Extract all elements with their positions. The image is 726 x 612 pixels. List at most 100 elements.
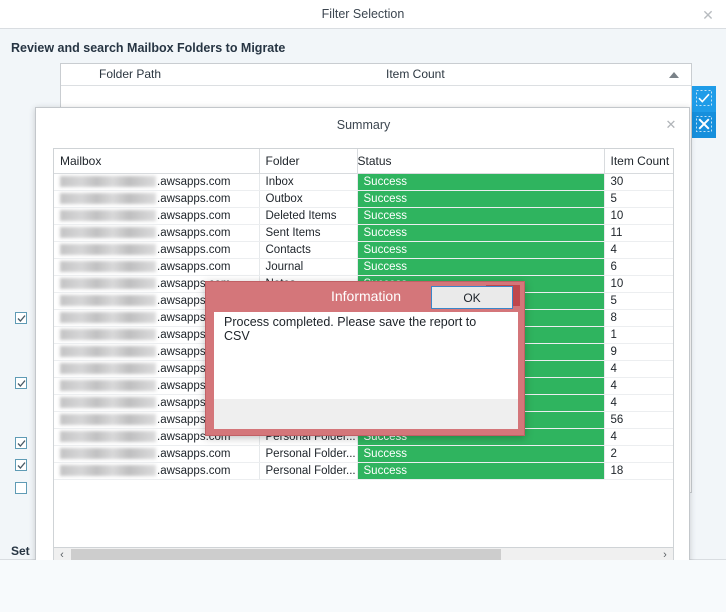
redacted-mailbox-name bbox=[60, 243, 156, 255]
sort-ascending-icon[interactable] bbox=[669, 72, 679, 78]
redacted-mailbox-name bbox=[60, 345, 156, 357]
column-header-item-count[interactable]: Item Count bbox=[604, 149, 673, 174]
cell-item-count: 18 bbox=[604, 462, 673, 480]
row-checkbox-5[interactable] bbox=[15, 482, 27, 494]
cell-mailbox: .awsapps.com bbox=[54, 258, 260, 276]
redacted-mailbox-name bbox=[60, 413, 156, 425]
table-row[interactable]: .awsapps.com Personal Folder... Success 18 bbox=[54, 462, 673, 480]
column-header-folder[interactable]: Folder bbox=[259, 149, 358, 174]
summary-close-icon[interactable]: ✕ bbox=[662, 116, 680, 134]
cell-folder: Sent Items bbox=[259, 224, 358, 242]
cell-folder: Inbox bbox=[259, 173, 358, 191]
row-checkbox-4[interactable] bbox=[15, 459, 27, 471]
cell-mailbox: .awsapps.com bbox=[54, 207, 260, 225]
redacted-mailbox-name bbox=[60, 294, 156, 306]
cell-folder: Personal Folder... bbox=[259, 462, 358, 480]
mailbox-domain-suffix: .awsapps.com bbox=[157, 464, 231, 477]
redacted-mailbox-name bbox=[60, 379, 156, 391]
mailbox-domain-suffix: .awsapps.com bbox=[157, 209, 231, 222]
redacted-mailbox-name bbox=[60, 260, 156, 272]
folder-path-grid-header: Folder Path Item Count bbox=[61, 64, 691, 86]
column-header-status[interactable]: Status bbox=[357, 149, 605, 174]
table-row[interactable]: .awsapps.com Sent Items Success 11 bbox=[54, 224, 673, 242]
mailbox-domain-suffix: .awsapps.com bbox=[157, 192, 231, 205]
status-badge: Success bbox=[357, 173, 603, 189]
cell-status: Success bbox=[357, 190, 605, 208]
redacted-mailbox-name bbox=[60, 362, 156, 374]
redacted-mailbox-name bbox=[60, 209, 156, 221]
deselect-all-icon[interactable] bbox=[692, 112, 716, 138]
redacted-mailbox-name bbox=[60, 328, 156, 340]
table-row[interactable]: .awsapps.com Contacts Success 4 bbox=[54, 241, 673, 259]
cell-item-count: 10 bbox=[604, 275, 673, 293]
mailbox-domain-suffix: .awsapps.com bbox=[157, 243, 231, 256]
cell-folder: Deleted Items bbox=[259, 207, 358, 225]
cell-item-count: 9 bbox=[604, 343, 673, 361]
select-all-icon[interactable] bbox=[692, 86, 716, 112]
cell-status: Success bbox=[357, 241, 605, 259]
information-footer bbox=[214, 399, 518, 429]
cell-item-count: 4 bbox=[604, 241, 673, 259]
mailbox-domain-suffix: .awsapps.com bbox=[157, 447, 231, 460]
column-header-item-count[interactable]: Item Count bbox=[386, 67, 445, 81]
page-title: Review and search Mailbox Folders to Mig… bbox=[11, 41, 286, 55]
cell-item-count: 4 bbox=[604, 394, 673, 412]
mailbox-domain-suffix: .awsapps.com bbox=[157, 226, 231, 239]
table-row[interactable]: .awsapps.com Personal Folder... Success 2 bbox=[54, 445, 673, 463]
cell-mailbox: .awsapps.com bbox=[54, 173, 260, 191]
column-header-folder-path[interactable]: Folder Path bbox=[99, 67, 161, 81]
grid-action-buttons bbox=[692, 86, 716, 138]
cell-status: Success bbox=[357, 258, 605, 276]
cell-folder: Outbox bbox=[259, 190, 358, 208]
redacted-mailbox-name bbox=[60, 226, 156, 238]
redacted-mailbox-name bbox=[60, 430, 156, 442]
status-badge: Success bbox=[357, 462, 603, 478]
table-row[interactable]: .awsapps.com Journal Success 6 bbox=[54, 258, 673, 276]
status-badge: Success bbox=[357, 258, 603, 274]
redacted-mailbox-name bbox=[60, 175, 156, 187]
cell-folder: Contacts bbox=[259, 241, 358, 259]
mailbox-domain-suffix: .awsapps.com bbox=[157, 260, 231, 273]
cell-status: Success bbox=[357, 445, 605, 463]
cell-mailbox: .awsapps.com bbox=[54, 224, 260, 242]
app-root: Filter Selection ✕ Review and search Mai… bbox=[0, 0, 726, 612]
table-row[interactable]: .awsapps.com Outbox Success 5 bbox=[54, 190, 673, 208]
cell-status: Success bbox=[357, 224, 605, 242]
cell-status: Success bbox=[357, 462, 605, 480]
cell-item-count: 8 bbox=[604, 309, 673, 327]
status-badge: Success bbox=[357, 224, 603, 240]
row-checkbox-2[interactable] bbox=[15, 377, 27, 389]
table-row[interactable]: .awsapps.com Inbox Success 30 bbox=[54, 173, 673, 191]
cell-item-count: 56 bbox=[604, 411, 673, 429]
column-header-mailbox[interactable]: Mailbox bbox=[54, 149, 260, 174]
status-badge: Success bbox=[357, 445, 603, 461]
ok-button[interactable]: OK bbox=[431, 286, 513, 309]
cell-item-count: 10 bbox=[604, 207, 673, 225]
row-checkbox-3[interactable] bbox=[15, 437, 27, 449]
redacted-mailbox-name bbox=[60, 277, 156, 289]
redacted-mailbox-name bbox=[60, 311, 156, 323]
redacted-mailbox-name bbox=[60, 396, 156, 408]
filter-selection-body: Review and search Mailbox Folders to Mig… bbox=[0, 29, 726, 612]
cell-item-count: 11 bbox=[604, 224, 673, 242]
mailbox-domain-suffix: .awsapps.com bbox=[157, 175, 231, 188]
cell-item-count: 5 bbox=[604, 190, 673, 208]
filter-selection-titlebar: Filter Selection ✕ bbox=[0, 0, 726, 29]
redacted-mailbox-name bbox=[60, 192, 156, 204]
redacted-mailbox-name bbox=[60, 447, 156, 459]
cell-folder: Personal Folder... bbox=[259, 445, 358, 463]
cell-item-count: 30 bbox=[604, 173, 673, 191]
information-message: Process completed. Please save the repor… bbox=[224, 315, 477, 343]
table-row[interactable]: .awsapps.com Deleted Items Success 10 bbox=[54, 207, 673, 225]
cell-item-count: 1 bbox=[604, 326, 673, 344]
cell-item-count: 4 bbox=[604, 360, 673, 378]
cell-status: Success bbox=[357, 207, 605, 225]
close-icon[interactable]: ✕ bbox=[698, 5, 718, 25]
action-bar: Cancel I am OK, Start Migration bbox=[0, 560, 726, 612]
information-dialog: Information ✕ Process completed. Please … bbox=[205, 281, 525, 436]
cell-mailbox: .awsapps.com bbox=[54, 190, 260, 208]
redacted-mailbox-name bbox=[60, 464, 156, 476]
cell-mailbox: .awsapps.com bbox=[54, 445, 260, 463]
row-checkbox-1[interactable] bbox=[15, 312, 27, 324]
cell-item-count: 6 bbox=[604, 258, 673, 276]
